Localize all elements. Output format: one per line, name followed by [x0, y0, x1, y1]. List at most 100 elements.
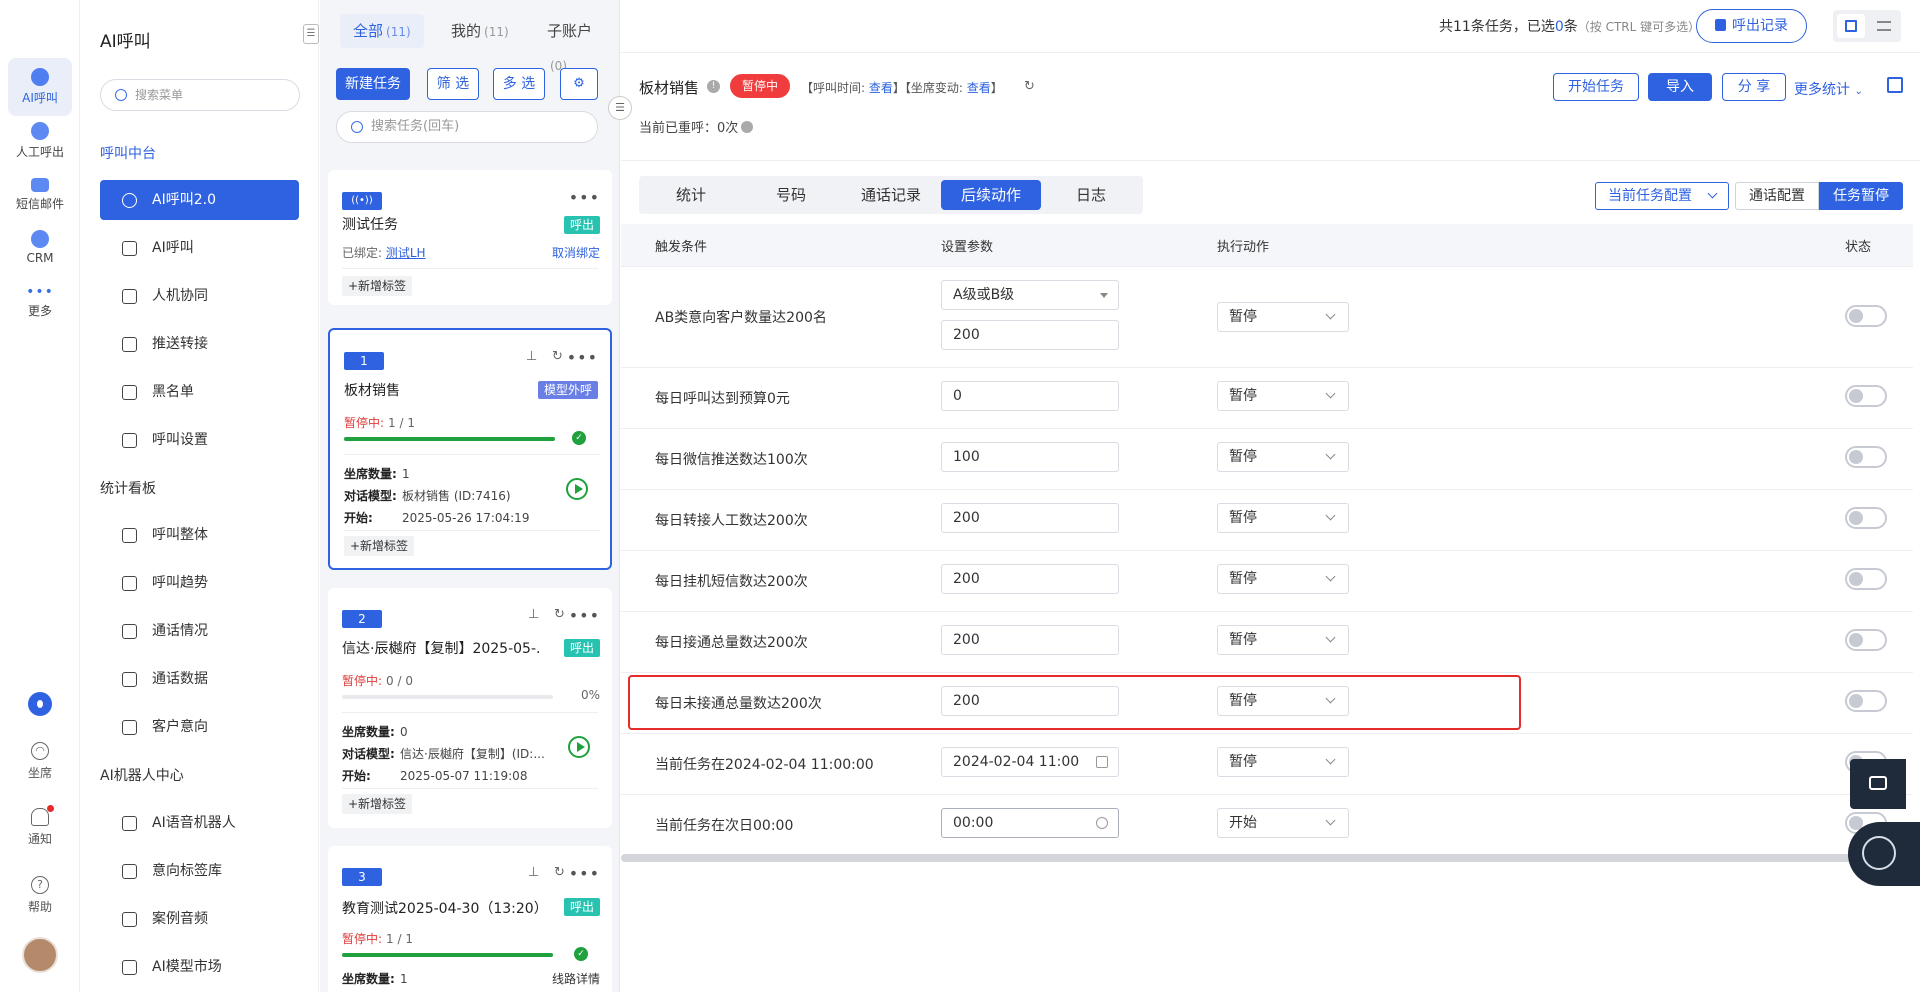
menu-search-input[interactable]: 搜索菜单	[100, 79, 300, 111]
param-input[interactable]: 100	[941, 442, 1119, 472]
action-select[interactable]: 暂停	[1217, 503, 1349, 533]
info-icon[interactable]	[741, 121, 754, 133]
line-detail-link[interactable]: 线路详情	[552, 970, 600, 987]
rail-help[interactable]: ? 帮助	[10, 876, 70, 915]
tab-mine[interactable]: 我的 (11)	[438, 14, 522, 48]
grid-view-icon[interactable]	[1837, 14, 1865, 38]
datetime-input[interactable]: 2024-02-04 11:00	[941, 747, 1119, 777]
action-select[interactable]: 暂停	[1217, 747, 1349, 777]
multi-select-button[interactable]: 多 选	[493, 68, 545, 100]
add-tag-button[interactable]: +新增标签	[344, 536, 415, 556]
param-input[interactable]: 200	[941, 503, 1119, 533]
action-select[interactable]: 暂停	[1217, 625, 1349, 655]
task-pause-button[interactable]: 任务暂停	[1819, 182, 1903, 210]
rail-ai-call[interactable]: AI呼叫	[8, 58, 72, 116]
pin-icon[interactable]: ⊥	[526, 350, 540, 364]
info-icon[interactable]: !	[707, 80, 720, 93]
rail-notice[interactable]: 通知	[10, 805, 70, 847]
avatar[interactable]	[22, 937, 58, 973]
fullscreen-icon[interactable]	[1887, 77, 1903, 93]
new-task-button[interactable]: 新建任务	[336, 68, 410, 100]
task-card[interactable]: 2 ⊥ ↻ ••• 信达·辰樾府【复制】2025-05-... 呼出 暂停中: 0…	[328, 588, 612, 828]
tab-follow-up[interactable]: 后续动作	[941, 180, 1041, 210]
param-input[interactable]: 200	[941, 625, 1119, 655]
more-icon[interactable]: •••	[567, 348, 598, 367]
more-icon[interactable]: •••	[569, 864, 600, 883]
rail-seat[interactable]: ◠ 坐席	[10, 742, 70, 781]
menu-item-call-trend[interactable]: 呼叫趋势	[100, 563, 299, 603]
settings-gear-icon[interactable]: ⚙	[560, 68, 598, 100]
list-view-icon[interactable]	[1871, 14, 1897, 38]
bound-link[interactable]: 测试LH	[386, 246, 426, 260]
action-select[interactable]: 开始	[1217, 808, 1349, 838]
status-toggle[interactable]	[1845, 507, 1887, 529]
tab-call-records[interactable]: 通话记录	[841, 180, 941, 210]
refresh-icon[interactable]: ↻	[1024, 79, 1035, 94]
rail-manual-call[interactable]: 人工呼出	[8, 112, 72, 170]
menu-collapse-icon[interactable]: ☰	[303, 24, 319, 44]
call-record-button[interactable]: 呼出记录	[1696, 9, 1807, 43]
status-toggle[interactable]	[1845, 385, 1887, 407]
panel-toggle-icon[interactable]: ☰	[608, 96, 632, 120]
more-icon[interactable]: •••	[569, 606, 600, 625]
param-input[interactable]: 0	[941, 381, 1119, 411]
menu-item-push-transfer[interactable]: 推送转接	[100, 324, 299, 364]
param-input[interactable]: 200	[941, 320, 1119, 350]
action-select[interactable]: 暂停	[1217, 442, 1349, 472]
tab-logs[interactable]: 日志	[1041, 180, 1141, 210]
refresh-icon[interactable]: ↻	[552, 350, 566, 364]
task-card-selected[interactable]: 1 ⊥ ↻ ••• 板材销售 模型外呼 暂停中: 1 / 1 ✓ 坐席数量: 1 对…	[328, 328, 612, 570]
horizontal-scrollbar[interactable]	[621, 854, 1920, 862]
call-widget[interactable]	[1848, 822, 1920, 886]
refresh-icon[interactable]: ↻	[554, 608, 568, 622]
assistant-orb-icon[interactable]	[28, 692, 52, 716]
more-stats-dropdown[interactable]: 更多统计 ⌄	[1794, 79, 1863, 99]
call-config-button[interactable]: 通话配置	[1735, 182, 1819, 210]
call-time-link[interactable]: 查看	[869, 81, 893, 95]
rail-more[interactable]: ••• 更多	[8, 274, 72, 332]
status-toggle[interactable]	[1845, 568, 1887, 590]
menu-item-call-overall[interactable]: 呼叫整体	[100, 515, 299, 555]
menu-item-call-settings[interactable]: 呼叫设置	[100, 420, 299, 460]
status-toggle[interactable]	[1845, 446, 1887, 468]
tab-all[interactable]: 全部 (11)	[340, 14, 424, 48]
current-config-dropdown[interactable]: 当前任务配置	[1595, 182, 1729, 210]
level-select[interactable]: A级或B级	[941, 280, 1119, 310]
more-icon[interactable]: •••	[569, 188, 600, 207]
tab-stats[interactable]: 统计	[641, 180, 741, 210]
menu-item-call-status[interactable]: 通话情况	[100, 611, 299, 651]
action-select[interactable]: 暂停	[1217, 564, 1349, 594]
task-search-input[interactable]: 搜索任务(回车)	[336, 111, 598, 143]
menu-item-model-market[interactable]: AI模型市场	[100, 947, 299, 987]
task-card[interactable]: 3 ⊥ ↻ ••• 教育测试2025-04-30（13:20） 呼出 暂停中: 1…	[328, 846, 612, 992]
menu-item-intent-tags[interactable]: 意向标签库	[100, 851, 299, 891]
menu-item-ai-call-2[interactable]: AI呼叫2.0	[100, 180, 299, 220]
unbind-link[interactable]: 取消绑定	[552, 244, 600, 261]
action-select[interactable]: 暂停	[1217, 381, 1349, 411]
import-button[interactable]: 导入	[1648, 73, 1712, 101]
param-input[interactable]: 200	[941, 564, 1119, 594]
rail-crm[interactable]: CRM	[8, 220, 72, 278]
filter-button[interactable]: 筛 选	[427, 68, 479, 100]
pin-icon[interactable]: ⊥	[528, 608, 542, 622]
action-select[interactable]: 暂停	[1217, 302, 1349, 332]
menu-item-ai-call[interactable]: AI呼叫	[100, 228, 299, 268]
play-icon[interactable]	[566, 478, 588, 500]
status-toggle[interactable]	[1845, 690, 1887, 712]
tab-numbers[interactable]: 号码	[741, 180, 841, 210]
status-toggle[interactable]	[1845, 305, 1887, 327]
feedback-widget[interactable]	[1850, 759, 1906, 809]
menu-item-blacklist[interactable]: 黑名单	[100, 372, 299, 412]
tab-sub-account[interactable]: 子账户(0)	[534, 14, 619, 73]
status-toggle[interactable]	[1845, 629, 1887, 651]
share-button[interactable]: 分 享	[1722, 73, 1786, 101]
refresh-icon[interactable]: ↻	[554, 866, 568, 880]
menu-item-customer-intent[interactable]: 客户意向	[100, 707, 299, 747]
play-icon[interactable]	[568, 736, 590, 758]
menu-item-call-data[interactable]: 通话数据	[100, 659, 299, 699]
pin-icon[interactable]: ⊥	[528, 866, 542, 880]
seat-change-link[interactable]: 查看	[967, 81, 991, 95]
add-tag-button[interactable]: +新增标签	[342, 276, 413, 296]
start-task-button[interactable]: 开始任务	[1553, 73, 1639, 101]
menu-item-voice-robot[interactable]: AI语音机器人	[100, 803, 299, 843]
